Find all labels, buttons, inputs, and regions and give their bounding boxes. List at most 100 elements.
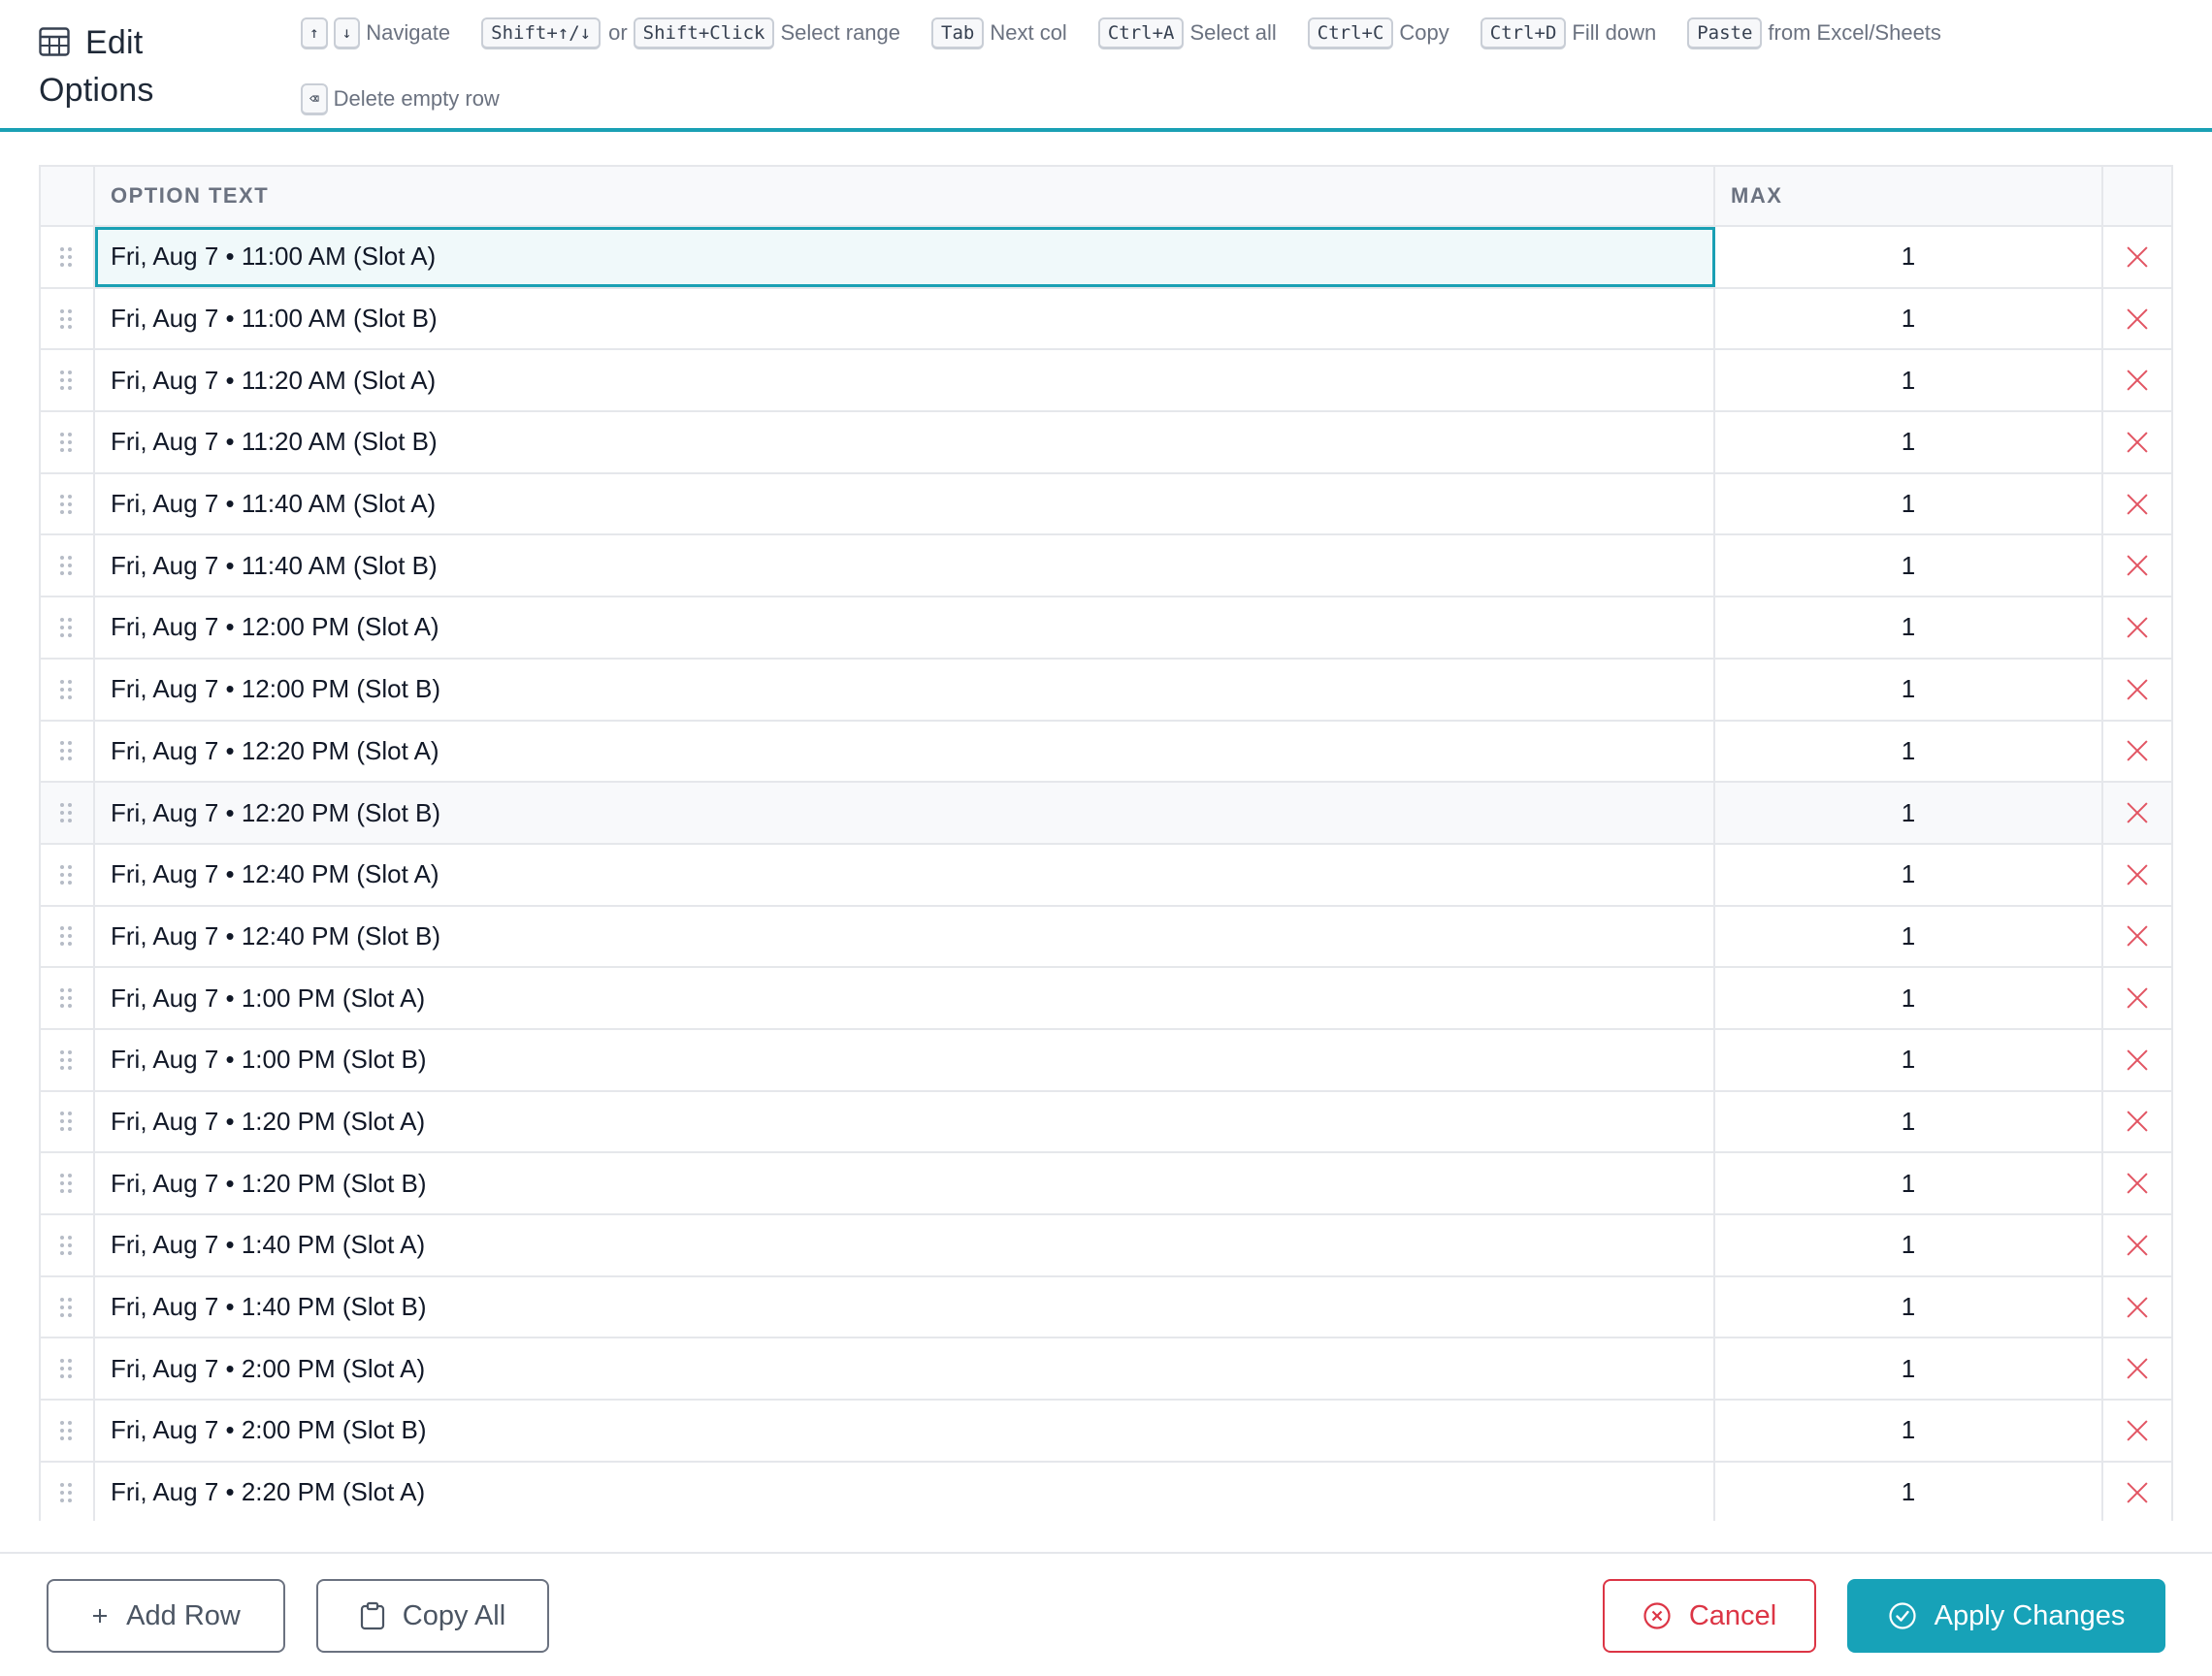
max-cell[interactable]: 1 — [1715, 1338, 2103, 1400]
drag-handle[interactable] — [41, 1153, 95, 1213]
delete-row-button[interactable] — [2103, 783, 2171, 843]
option-text-cell[interactable]: Fri, Aug 7 • 1:20 PM (Slot B) — [95, 1153, 1715, 1213]
delete-row-button[interactable] — [2103, 660, 2171, 720]
drag-handle[interactable] — [41, 227, 95, 287]
delete-row-button[interactable] — [2103, 1092, 2171, 1152]
drag-handle[interactable] — [41, 1091, 95, 1152]
drag-column-header — [41, 167, 95, 225]
max-cell[interactable]: 1 — [1715, 473, 2103, 534]
delete-row-button[interactable] — [2103, 1338, 2171, 1399]
option-text-cell[interactable]: Fri, Aug 7 • 12:00 PM (Slot B) — [95, 659, 1715, 720]
delete-row-button[interactable] — [2103, 289, 2171, 349]
delete-row-button[interactable] — [2103, 535, 2171, 596]
option-text-cell[interactable]: Fri, Aug 7 • 1:00 PM (Slot B) — [95, 1029, 1715, 1090]
shortcut-label: Fill down — [1572, 20, 1657, 45]
cancel-button[interactable]: Cancel — [1603, 1579, 1816, 1653]
options-table: OPTION TEXT MAX Fri, Aug 7 • 11:00 AM (S… — [39, 165, 2173, 1521]
option-text-cell[interactable]: Fri, Aug 7 • 2:20 PM (Slot A) — [95, 1462, 1715, 1521]
max-cell[interactable]: 1 — [1715, 1153, 2103, 1213]
max-cell[interactable]: 1 — [1715, 968, 2103, 1028]
option-text-cell[interactable]: Fri, Aug 7 • 2:00 PM (Slot A) — [95, 1338, 1715, 1400]
option-text-cell[interactable]: Fri, Aug 7 • 11:20 AM (Slot A) — [95, 350, 1715, 411]
delete-row-button[interactable] — [2103, 845, 2171, 905]
delete-row-button[interactable] — [2103, 1153, 2171, 1213]
delete-row-button[interactable] — [2103, 1277, 2171, 1338]
max-cell[interactable]: 1 — [1715, 844, 2103, 905]
option-text-cell[interactable]: Fri, Aug 7 • 12:40 PM (Slot A) — [95, 844, 1715, 905]
delete-row-button[interactable] — [2103, 412, 2171, 472]
option-text-cell[interactable]: Fri, Aug 7 • 12:20 PM (Slot B) — [95, 783, 1715, 843]
drag-handle[interactable] — [41, 288, 95, 349]
option-text-cell[interactable]: Fri, Aug 7 • 1:00 PM (Slot A) — [95, 968, 1715, 1028]
max-cell[interactable]: 1 — [1715, 1215, 2103, 1275]
max-cell[interactable]: 1 — [1715, 227, 2103, 287]
max-cell[interactable]: 1 — [1715, 721, 2103, 782]
delete-row-button[interactable] — [2103, 474, 2171, 534]
option-text-cell[interactable]: Fri, Aug 7 • 12:00 PM (Slot A) — [95, 597, 1715, 658]
drag-handle[interactable] — [41, 783, 95, 843]
drag-handle[interactable] — [41, 721, 95, 782]
drag-handle[interactable] — [41, 1401, 95, 1461]
max-cell[interactable]: 1 — [1715, 1462, 2103, 1521]
max-cell[interactable]: 1 — [1715, 535, 2103, 596]
delete-row-button[interactable] — [2103, 907, 2171, 967]
drag-handle[interactable] — [41, 597, 95, 658]
drag-handle[interactable] — [41, 412, 95, 472]
drag-handle[interactable] — [41, 350, 95, 411]
add-row-button[interactable]: Add Row — [47, 1579, 285, 1653]
grip-dots-icon — [60, 494, 74, 514]
delete-row-button[interactable] — [2103, 350, 2171, 410]
delete-row-button[interactable] — [2103, 597, 2171, 658]
delete-row-button[interactable] — [2103, 227, 2171, 287]
max-cell[interactable]: 1 — [1715, 1091, 2103, 1152]
drag-handle[interactable] — [41, 1276, 95, 1338]
max-cell[interactable]: 1 — [1715, 350, 2103, 411]
drag-handle[interactable] — [41, 1215, 95, 1275]
max-cell[interactable]: 1 — [1715, 659, 2103, 720]
option-text-cell[interactable]: Fri, Aug 7 • 11:00 AM (Slot A) — [95, 227, 1715, 287]
max-cell[interactable]: 1 — [1715, 597, 2103, 658]
kbd-shift-arrows: Shift+↑/↓ — [481, 16, 602, 49]
max-cell[interactable]: 1 — [1715, 1401, 2103, 1461]
drag-handle[interactable] — [41, 1338, 95, 1400]
option-text-cell[interactable]: Fri, Aug 7 • 1:40 PM (Slot A) — [95, 1215, 1715, 1275]
max-cell[interactable]: 1 — [1715, 288, 2103, 349]
max-cell[interactable]: 1 — [1715, 412, 2103, 472]
option-text-cell[interactable]: Fri, Aug 7 • 1:20 PM (Slot A) — [95, 1091, 1715, 1152]
max-cell[interactable]: 1 — [1715, 1276, 2103, 1338]
option-text-cell[interactable]: Fri, Aug 7 • 2:00 PM (Slot B) — [95, 1401, 1715, 1461]
option-text-cell[interactable]: Fri, Aug 7 • 12:40 PM (Slot B) — [95, 906, 1715, 967]
kbd-up: ↑ — [301, 16, 328, 49]
option-text-cell[interactable]: Fri, Aug 7 • 11:40 AM (Slot A) — [95, 473, 1715, 534]
grip-dots-icon — [60, 679, 74, 699]
kbd-ctrl-d: Ctrl+D — [1480, 16, 1567, 49]
drag-handle[interactable] — [41, 473, 95, 534]
max-cell[interactable]: 1 — [1715, 906, 2103, 967]
drag-handle[interactable] — [41, 659, 95, 720]
drag-handle[interactable] — [41, 1029, 95, 1090]
drag-handle[interactable] — [41, 1462, 95, 1521]
cancel-circle-icon — [1643, 1601, 1672, 1630]
delete-row-button[interactable] — [2103, 722, 2171, 782]
delete-row-button[interactable] — [2103, 1463, 2171, 1521]
option-text-cell[interactable]: Fri, Aug 7 • 12:20 PM (Slot A) — [95, 721, 1715, 782]
drag-handle[interactable] — [41, 844, 95, 905]
max-cell[interactable]: 1 — [1715, 783, 2103, 843]
delete-row-button[interactable] — [2103, 968, 2171, 1028]
drag-handle[interactable] — [41, 906, 95, 967]
drag-handle[interactable] — [41, 535, 95, 596]
option-text-cell[interactable]: Fri, Aug 7 • 11:20 AM (Slot B) — [95, 412, 1715, 472]
max-cell[interactable]: 1 — [1715, 1029, 2103, 1090]
option-text-cell[interactable]: Fri, Aug 7 • 1:40 PM (Slot B) — [95, 1276, 1715, 1338]
delete-row-button[interactable] — [2103, 1215, 2171, 1275]
option-text-cell[interactable]: Fri, Aug 7 • 11:40 AM (Slot B) — [95, 535, 1715, 596]
delete-row-button[interactable] — [2103, 1401, 2171, 1461]
close-icon — [2127, 308, 2148, 330]
copy-all-button[interactable]: Copy All — [316, 1579, 549, 1653]
table-row: Fri, Aug 7 • 11:20 AM (Slot B) 1 — [41, 412, 2171, 474]
drag-handle[interactable] — [41, 968, 95, 1028]
apply-changes-button[interactable]: Apply Changes — [1847, 1579, 2165, 1653]
option-text-cell[interactable]: Fri, Aug 7 • 11:00 AM (Slot B) — [95, 288, 1715, 349]
delete-row-button[interactable] — [2103, 1030, 2171, 1090]
shortcut-label: Navigate — [366, 20, 451, 45]
